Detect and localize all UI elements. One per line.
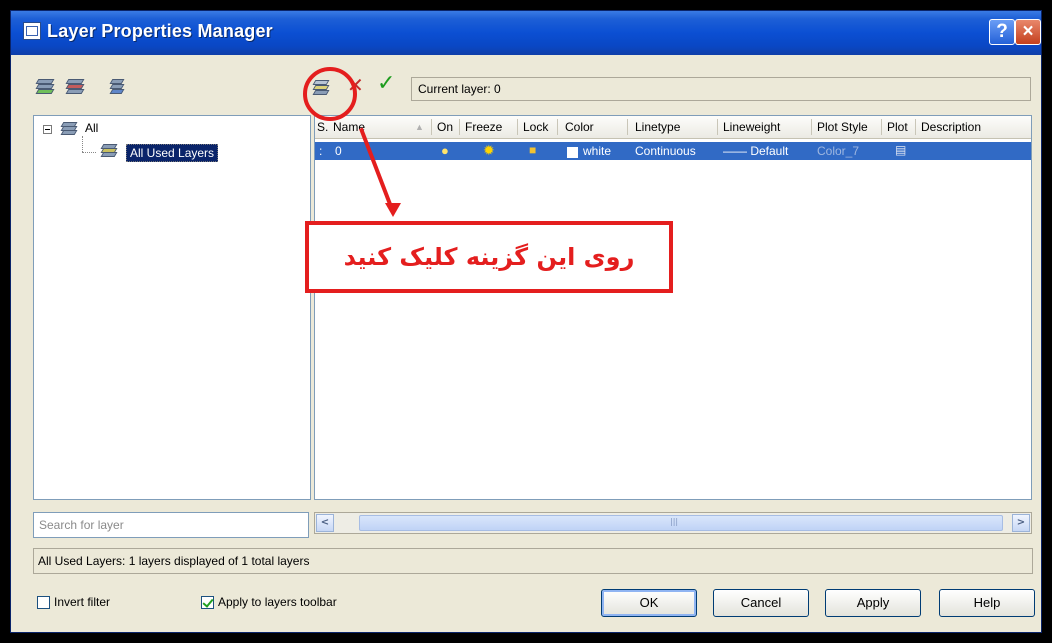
cancel-button[interactable]: Cancel — [713, 589, 809, 617]
apply-to-toolbar-checkbox[interactable]: Apply to layers toolbar — [201, 595, 337, 610]
search-input[interactable]: Search for layer — [33, 512, 309, 538]
bulb-on-icon[interactable]: ● — [441, 143, 449, 158]
row-name[interactable]: 0 — [335, 144, 342, 158]
annotation-callout: روی این گزینه کلیک کنید — [305, 221, 673, 293]
unlocked-icon[interactable]: ■ — [529, 143, 536, 157]
collapse-toggle[interactable] — [43, 125, 52, 134]
column-description[interactable]: Description — [921, 120, 981, 134]
tree-item-all-used-layers[interactable]: All Used Layers — [126, 144, 219, 162]
checkbox-box-checked[interactable] — [201, 596, 214, 610]
scroll-right-button[interactable]: > — [1012, 514, 1030, 532]
row-plot-style: Color_7 — [817, 144, 860, 158]
layer-list[interactable]: S. Name ▲ On Freeze Lock Color Linetype … — [314, 115, 1032, 500]
layer-properties-dialog: Layer Properties Manager ? × ✕ ✓ Current… — [10, 10, 1042, 633]
scroll-left-button[interactable]: < — [316, 514, 334, 532]
sun-thawed-icon[interactable]: ✹ — [483, 142, 495, 159]
sort-arrow-icon: ▲ — [415, 122, 424, 132]
invert-filter-checkbox[interactable]: Invert filter — [37, 595, 111, 610]
new-property-filter-icon[interactable] — [35, 77, 61, 97]
row-status: : — [319, 144, 323, 158]
column-freeze[interactable]: Freeze — [465, 120, 502, 134]
tree-connector — [82, 136, 83, 152]
layer-states-manager-icon[interactable] — [109, 77, 135, 97]
highlight-circle — [303, 67, 357, 121]
column-plot-style[interactable]: Plot Style — [817, 120, 868, 134]
ok-button[interactable]: OK — [601, 589, 697, 617]
used-layers-icon — [100, 144, 120, 158]
filter-tree[interactable]: All All Used Layers — [33, 115, 311, 500]
color-swatch[interactable] — [567, 147, 578, 158]
scroll-thumb[interactable]: ||| — [359, 515, 1003, 531]
app-icon — [23, 22, 41, 40]
row-lineweight[interactable]: —— Default — [723, 144, 788, 158]
apply-button[interactable]: Apply — [825, 589, 921, 617]
column-color[interactable]: Color — [565, 120, 594, 134]
invert-filter-label: Invert filter — [54, 595, 111, 609]
set-current-icon[interactable]: ✓ — [377, 71, 401, 96]
column-status[interactable]: S. — [317, 120, 328, 134]
tree-item-all[interactable]: All — [85, 121, 98, 135]
row-color[interactable]: white — [583, 144, 611, 158]
column-lineweight[interactable]: Lineweight — [723, 120, 780, 134]
column-linetype[interactable]: Linetype — [635, 120, 680, 134]
close-button[interactable]: × — [1015, 19, 1041, 45]
checkbox-box[interactable] — [37, 596, 50, 610]
apply-toolbar-label: Apply to layers toolbar — [218, 595, 337, 609]
thumb-grip: ||| — [670, 517, 679, 526]
row-linetype[interactable]: Continuous — [635, 144, 696, 158]
horizontal-scrollbar[interactable]: < ||| > — [314, 512, 1032, 534]
printer-icon[interactable]: ▤ — [895, 143, 906, 157]
window-title: Layer Properties Manager — [47, 21, 273, 41]
column-on[interactable]: On — [437, 120, 453, 134]
help-title-button[interactable]: ? — [989, 19, 1015, 45]
tree-connector — [82, 152, 96, 153]
current-layer-label: Current layer: 0 — [411, 77, 1031, 101]
column-lock[interactable]: Lock — [523, 120, 548, 134]
grid-header: S. Name ▲ On Freeze Lock Color Linetype … — [315, 116, 1031, 139]
status-bar: All Used Layers: 1 layers displayed of 1… — [33, 548, 1033, 574]
new-group-filter-icon[interactable] — [65, 77, 91, 97]
all-layers-icon — [60, 122, 80, 136]
annotation-arrow-head — [385, 203, 401, 217]
title-bar[interactable]: Layer Properties Manager ? × — [11, 11, 1041, 55]
help-button[interactable]: Help — [939, 589, 1035, 617]
column-plot[interactable]: Plot — [887, 120, 908, 134]
table-row[interactable]: : 0 ● ✹ ■ white Continuous —— Default Co… — [315, 142, 1031, 160]
